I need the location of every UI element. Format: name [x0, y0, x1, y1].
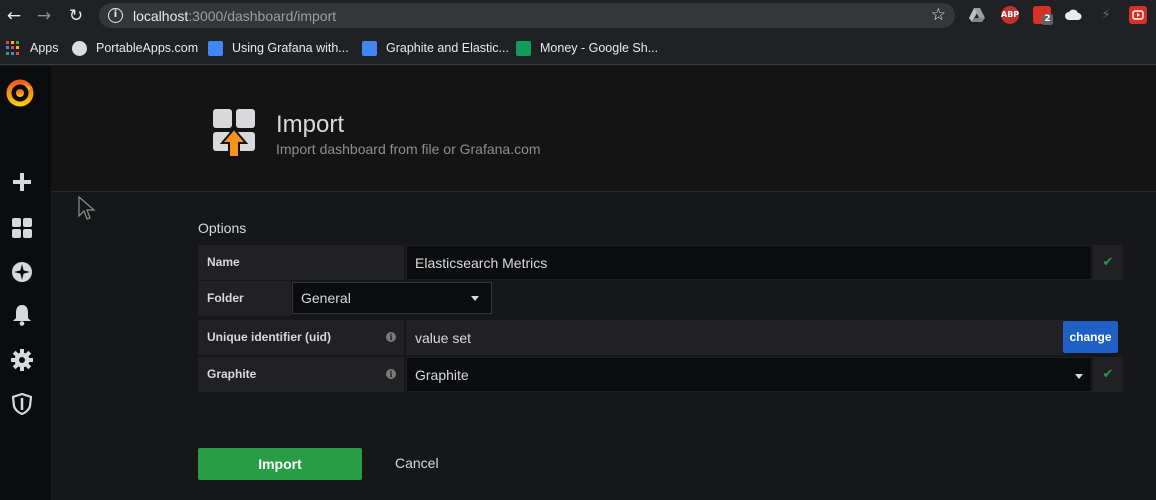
forward-arrow-icon[interactable]: → [32, 4, 56, 28]
cloud-icon[interactable] [1065, 6, 1083, 24]
bookmark-money-sheet[interactable]: Money - Google Sh... [516, 39, 658, 57]
reload-icon[interactable]: ↻ [64, 4, 88, 28]
page-header: Import Import dashboard from file or Gra… [51, 66, 1156, 192]
datasource-valid-check-icon: ✔ [1093, 357, 1123, 392]
folder-select-value: General [301, 290, 351, 306]
google-docs-icon [362, 40, 377, 56]
options-section-title: Options [198, 220, 247, 236]
site-info-icon[interactable]: i [108, 8, 123, 23]
chevron-down-icon [471, 296, 479, 301]
bookmark-label: Apps [30, 41, 59, 55]
chevron-down-icon [1075, 374, 1083, 379]
uid-label: Unique identifier (uid) [198, 320, 404, 355]
uid-input[interactable]: value set [406, 320, 1066, 355]
alerting-bell-icon[interactable] [9, 302, 35, 328]
grafana-sidemenu [0, 66, 51, 500]
bookmark-label: Using Grafana with... [232, 41, 349, 55]
datasource-select-value: Graphite [415, 367, 469, 383]
address-bar[interactable]: i localhost:3000/dashboard/import ☆ [99, 3, 955, 28]
bookmark-label: Money - Google Sh... [540, 41, 659, 55]
extension-badge-count: 2 [1042, 14, 1053, 25]
configuration-gear-icon[interactable] [9, 347, 35, 373]
grafana-logo-icon[interactable] [5, 78, 35, 108]
uid-info-icon[interactable]: i [386, 332, 396, 342]
change-uid-button[interactable]: change [1063, 321, 1118, 353]
youtube-icon[interactable] [1129, 6, 1147, 24]
browser-toolbar: ← → ↻ i localhost:3000/dashboard/import … [0, 0, 1156, 32]
google-drive-icon[interactable] [968, 6, 986, 24]
mouse-cursor-icon [78, 195, 96, 227]
name-row: Name Elasticsearch Metrics ✔ [198, 245, 1123, 280]
apps-grid-icon [6, 40, 21, 56]
bookmarks-bar: Apps PortableApps.com Using Grafana with… [0, 32, 1156, 65]
cancel-button[interactable]: Cancel [395, 455, 439, 471]
name-input[interactable]: Elasticsearch Metrics [406, 245, 1092, 280]
datasource-info-icon[interactable]: i [386, 369, 396, 379]
url-host: localhost [133, 8, 189, 24]
bookmark-graphite-elastic[interactable]: Graphite and Elastic... [362, 39, 509, 57]
bookmark-star-icon[interactable]: ☆ [931, 5, 946, 25]
datasource-select[interactable]: Graphite [406, 357, 1092, 392]
adblock-label: ABP [1001, 10, 1020, 19]
main-content: Import Import dashboard from file or Gra… [51, 66, 1156, 500]
folder-row: Folder General [198, 281, 498, 316]
name-label: Name [198, 245, 404, 280]
folder-label: Folder [198, 281, 291, 316]
portableapps-icon [72, 40, 87, 56]
page-subtitle: Import dashboard from file or Grafana.co… [276, 141, 541, 157]
back-arrow-icon[interactable]: ← [2, 4, 26, 28]
url-text[interactable]: localhost:3000/dashboard/import [133, 8, 336, 24]
datasource-label: Graphite [198, 357, 404, 392]
name-valid-check-icon: ✔ [1093, 245, 1123, 280]
import-dashboard-icon [211, 107, 257, 159]
folder-select[interactable]: General [292, 282, 492, 314]
google-sheets-icon [516, 40, 531, 56]
create-plus-icon[interactable] [9, 169, 35, 195]
adblock-plus-icon[interactable]: ABP [1001, 6, 1019, 24]
server-admin-shield-icon[interactable] [9, 391, 35, 417]
dashboards-grid-icon[interactable] [9, 215, 35, 241]
lightning-icon[interactable]: ⚡ [1097, 6, 1115, 24]
datasource-row: Graphite i Graphite ✔ [198, 357, 1123, 392]
url-path: :3000/dashboard/import [188, 8, 337, 24]
explore-compass-icon[interactable] [9, 259, 35, 285]
bookmark-apps[interactable]: Apps [6, 39, 59, 57]
bookmark-label: PortableApps.com [96, 41, 199, 55]
extension-badge-icon[interactable]: 2 [1033, 6, 1053, 25]
uid-row: Unique identifier (uid) i value set chan… [198, 320, 1122, 355]
page-title: Import [276, 111, 345, 138]
bookmark-label: Graphite and Elastic... [386, 41, 509, 55]
bookmark-using-grafana[interactable]: Using Grafana with... [208, 39, 349, 57]
import-button[interactable]: Import [198, 448, 362, 480]
bookmark-portableapps[interactable]: PortableApps.com [72, 39, 198, 57]
google-docs-icon [208, 40, 223, 56]
